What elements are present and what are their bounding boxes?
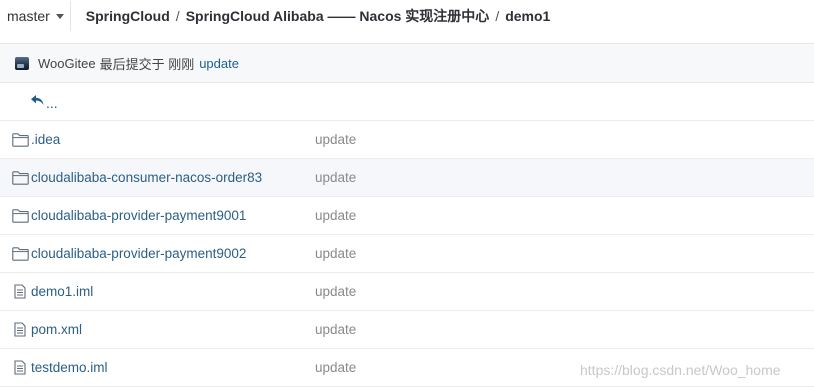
file-row[interactable]: cloudalibaba-consumer-nacos-order83 updat… [0, 159, 814, 197]
branch-label: master [7, 8, 50, 24]
commit-message-link[interactable]: update [315, 246, 356, 261]
folder-icon [11, 170, 29, 185]
folder-icon [11, 208, 29, 223]
folder-icon [11, 132, 29, 147]
commit-message-link[interactable]: update [315, 170, 356, 185]
commit-author[interactable]: WooGitee [38, 56, 96, 71]
breadcrumb-item-repo[interactable]: SpringCloud [86, 8, 170, 24]
file-row[interactable]: cloudalibaba-provider-payment9002 update [0, 235, 814, 273]
commit-message-link[interactable]: update [315, 132, 356, 147]
file-row[interactable]: demo1.iml update [0, 273, 814, 311]
file-icon [11, 322, 29, 337]
repo-header: master SpringCloud / SpringCloud Alibaba… [0, 0, 814, 32]
file-icon [11, 284, 29, 299]
branch-selector[interactable]: master [0, 1, 71, 31]
commit-message-link[interactable]: update [315, 284, 356, 299]
latest-commit-bar: WooGitee 最后提交于 刚刚 update [0, 43, 814, 83]
file-name-link[interactable]: demo1.iml [31, 284, 315, 299]
reply-arrow-icon [31, 94, 44, 109]
commit-info-text: 最后提交于 刚刚 [99, 56, 195, 72]
file-row[interactable]: .idea update [0, 121, 814, 159]
breadcrumb-item-current[interactable]: demo1 [505, 8, 550, 24]
folder-icon [11, 246, 29, 261]
watermark: https://blog.csdn.net/Woo_home [580, 362, 781, 378]
file-icon [11, 360, 29, 375]
parent-directory-row[interactable]: ... [0, 83, 814, 121]
breadcrumb-item-folder[interactable]: SpringCloud Alibaba —— Nacos 实现注册中心 [186, 6, 490, 26]
file-row[interactable]: cloudalibaba-provider-payment9001 update [0, 197, 814, 235]
folder-name-link[interactable]: cloudalibaba-consumer-nacos-order83 [31, 170, 315, 185]
file-list: .idea update cloudalibaba-consumer-nacos-o… [0, 121, 814, 387]
commit-message-link[interactable]: update [315, 360, 356, 375]
breadcrumb-separator: / [175, 8, 180, 24]
file-name-link[interactable]: testdemo.iml [31, 360, 315, 375]
avatar[interactable] [15, 56, 29, 70]
commit-message-link[interactable]: update [315, 322, 356, 337]
commit-message-link[interactable]: update [315, 208, 356, 223]
folder-name-link[interactable]: cloudalibaba-provider-payment9002 [31, 246, 315, 261]
folder-name-link[interactable]: .idea [31, 132, 315, 147]
file-name-link[interactable]: pom.xml [31, 322, 315, 337]
folder-name-link[interactable]: cloudalibaba-provider-payment9001 [31, 208, 315, 223]
commit-message-link[interactable]: update [199, 56, 239, 71]
breadcrumb: SpringCloud / SpringCloud Alibaba —— Nac… [71, 6, 551, 26]
parent-directory-label: ... [46, 95, 58, 111]
breadcrumb-separator: / [495, 8, 500, 24]
caret-down-icon [55, 14, 64, 19]
file-row[interactable]: pom.xml update [0, 311, 814, 349]
